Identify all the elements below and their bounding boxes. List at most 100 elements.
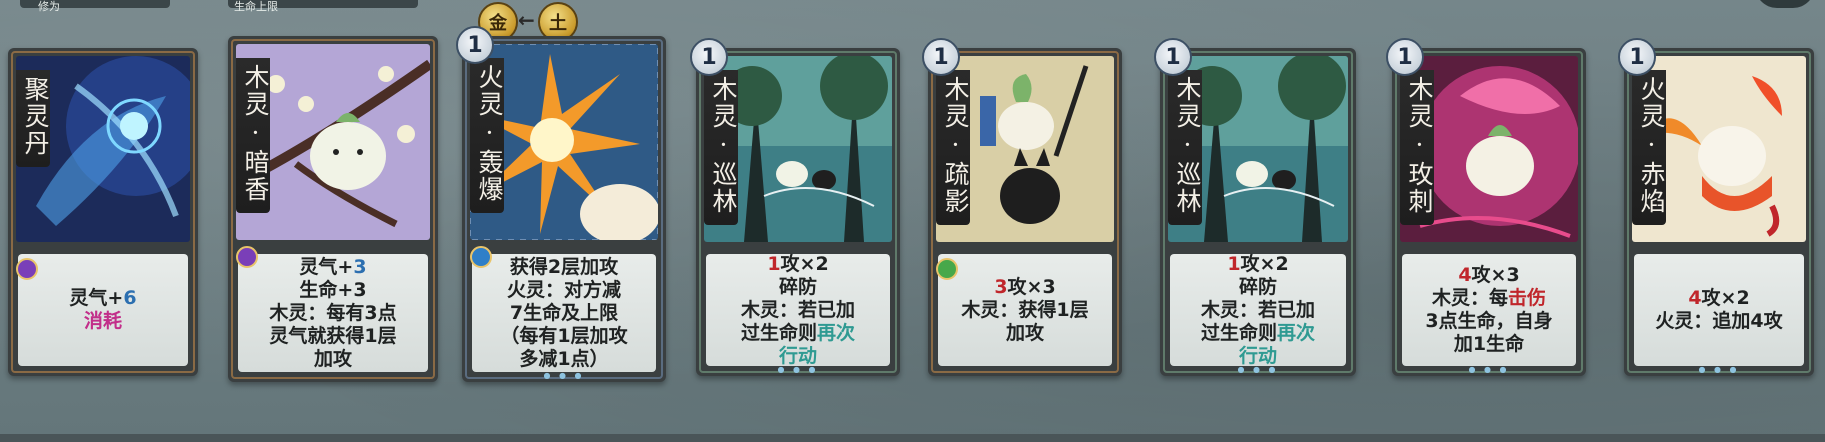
card-title: 火灵·轰爆 <box>470 58 504 213</box>
description-segment: 木灵：每 <box>1431 287 1508 309</box>
card-title: 木灵·疏影 <box>936 70 970 225</box>
description-segment: 4 <box>1458 264 1472 286</box>
description-segment: 3 <box>994 275 1008 298</box>
description-line: 消耗 <box>84 310 122 333</box>
card-dots: ● ● ● <box>1237 365 1279 374</box>
description-segment: 6 <box>123 287 137 309</box>
card-title: 火灵·赤焰 <box>1632 70 1666 225</box>
bottom-bar <box>0 434 1825 442</box>
card-dots: ● ● ● <box>1698 365 1740 374</box>
description-segment: 1 <box>767 252 781 275</box>
description-segment: 碎防 <box>778 275 817 298</box>
description-segment: 加1生命 <box>1453 333 1525 355</box>
description-segment: 再次 <box>1277 321 1316 344</box>
description-segment: 过生命则 <box>740 321 817 344</box>
card-description: 3攻×3 木灵：获得1层 加攻 <box>938 254 1112 366</box>
description-line: 灵气+3 <box>299 256 366 279</box>
description-line: 加攻 <box>314 348 352 371</box>
description-line: 4攻×3 <box>1458 264 1519 287</box>
description-line: 3点生命，自身 <box>1425 310 1552 333</box>
card-description: 1攻×2 碎防 木灵：若已加 过生命则再次 行动 <box>706 253 890 367</box>
card-muling-xunlin-2[interactable]: 1 木灵·巡林 1攻×2 碎防 木灵：若已加 过生命则再次 行动 ● ● ● <box>1154 38 1356 376</box>
card-title: 木灵·巡林 <box>704 70 738 225</box>
description-segment: 攻×3 <box>1007 275 1056 298</box>
description-segment: 获得2层加攻 <box>509 255 619 278</box>
description-segment: 攻×2 <box>1701 287 1750 309</box>
card-dots: ● ● ● <box>1468 365 1510 374</box>
description-line: 获得2层加攻 <box>510 256 618 279</box>
green-gem-icon <box>936 258 958 280</box>
description-segment: 行动 <box>1238 344 1277 367</box>
description-segment: 木灵：若已加 <box>740 298 855 321</box>
description-line: 1攻×2 <box>1227 253 1288 276</box>
description-segment: 攻×2 <box>780 252 829 275</box>
card-description: 4攻×3 木灵：每击伤 3点生命，自身 加1生命 <box>1402 254 1576 366</box>
card-cost: 1 <box>690 38 728 76</box>
card-dots: ● ● ● <box>543 371 585 380</box>
card-juling-dan[interactable]: 聚灵丹 灵气+6 消耗 <box>8 48 198 376</box>
description-segment: 攻×3 <box>1471 264 1520 286</box>
card-muling-xunlin[interactable]: 1 木灵·巡林 1攻×2 碎防 木灵：若已加 过生命则再次 行动 ● ● ● <box>690 38 900 376</box>
card-muling-shuying[interactable]: 1 木灵·疏影 3攻×3 木灵：获得1层 加攻 <box>922 38 1122 376</box>
description-line: 多减1点） <box>519 348 608 371</box>
card-muling-meici[interactable]: 1 木灵·玫刺 4攻×3 木灵：每击伤 3点生命，自身 加1生命 ● ● ● <box>1386 38 1586 376</box>
description-line: 木灵：若已加 <box>741 299 855 322</box>
description-line: 木灵：获得1层 <box>961 299 1088 322</box>
card-description: 获得2层加攻 火灵：对方减 7生命及上限 （每有1层加攻 多减1点） <box>472 254 656 372</box>
blue-gem-icon <box>470 246 492 268</box>
description-line: 木灵：每击伤 <box>1432 287 1546 310</box>
description-segment: 生命+3 <box>299 278 367 301</box>
description-segment: 3点生命，自身 <box>1425 310 1553 332</box>
description-line: 生命+3 <box>299 279 366 302</box>
card-cost: 1 <box>456 26 494 64</box>
description-line: 3攻×3 <box>994 276 1055 299</box>
description-line: 过生命则再次 <box>741 322 855 345</box>
description-line: 碎防 <box>1239 276 1277 299</box>
card-dots: ● ● ● <box>777 365 819 374</box>
card-huoling-hongbao[interactable]: 1 火灵·轰爆 获得2层加攻 火灵：对方减 7生命及上限 （每有1层加攻 多减1点） ●… <box>456 26 666 382</box>
description-line: 1攻×2 <box>767 253 828 276</box>
cultivation-label: 修为 <box>38 0 60 13</box>
card-cost: 1 <box>1154 38 1192 76</box>
card-description: 4攻×2 火灵：追加4攻 <box>1634 254 1804 366</box>
card-description: 灵气+3 生命+3 木灵：每有3点 灵气就获得1层 加攻 <box>238 254 428 372</box>
card-cost: 1 <box>1618 38 1656 76</box>
description-segment: 4 <box>1688 287 1702 309</box>
description-segment: 行动 <box>778 344 817 367</box>
corner-ornament <box>1755 0 1815 8</box>
top-status-strip: 修为 生命上限 <box>0 0 1825 16</box>
description-segment: 火灵：对方减 <box>506 278 621 301</box>
description-line: 木灵：若已加 <box>1201 299 1315 322</box>
description-segment: 再次 <box>817 321 856 344</box>
description-line: （每有1层加攻 <box>500 325 627 348</box>
description-segment: 加攻 <box>313 347 352 370</box>
description-segment: 木灵：获得1层 <box>961 298 1089 321</box>
description-line: 灵气+6 <box>69 287 136 310</box>
description-segment: 木灵：若已加 <box>1200 298 1315 321</box>
description-line: 木灵：每有3点 <box>269 302 396 325</box>
description-segment: 3 <box>353 255 367 278</box>
description-segment: 1 <box>1227 252 1241 275</box>
card-huoling-chiyan[interactable]: 1 火灵·赤焰 4攻×2 火灵：追加4攻 ● ● ● <box>1618 38 1814 376</box>
description-segment: 攻×2 <box>1240 252 1289 275</box>
description-segment: 火灵：追加4攻 <box>1655 310 1783 332</box>
description-line: 火灵：追加4攻 <box>1655 310 1782 333</box>
description-segment: 击伤 <box>1508 287 1547 309</box>
description-segment: 灵气+ <box>69 287 124 309</box>
arrow-left-icon: ← <box>518 8 535 32</box>
description-line: 加1生命 <box>1454 333 1524 356</box>
card-title: 木灵·巡林 <box>1168 70 1202 225</box>
description-line: 碎防 <box>779 276 817 299</box>
description-segment: 灵气+ <box>299 255 354 278</box>
card-title: 木灵·暗香 <box>236 58 270 213</box>
description-segment: 木灵：每有3点 <box>269 301 397 324</box>
description-segment: 多减1点） <box>519 347 609 370</box>
description-line: 火灵：对方减 <box>507 279 621 302</box>
card-cost: 1 <box>922 38 960 76</box>
description-line: 7生命及上限 <box>510 302 618 325</box>
description-line: 灵气就获得1层 <box>269 325 396 348</box>
card-muling-anxiang[interactable]: 木灵·暗香 灵气+3 生命+3 木灵：每有3点 灵气就获得1层 加攻 <box>228 36 438 382</box>
card-cost: 1 <box>1386 38 1424 76</box>
purple-gem-icon <box>16 258 38 280</box>
card-description: 1攻×2 碎防 木灵：若已加 过生命则再次 行动 <box>1170 253 1346 367</box>
